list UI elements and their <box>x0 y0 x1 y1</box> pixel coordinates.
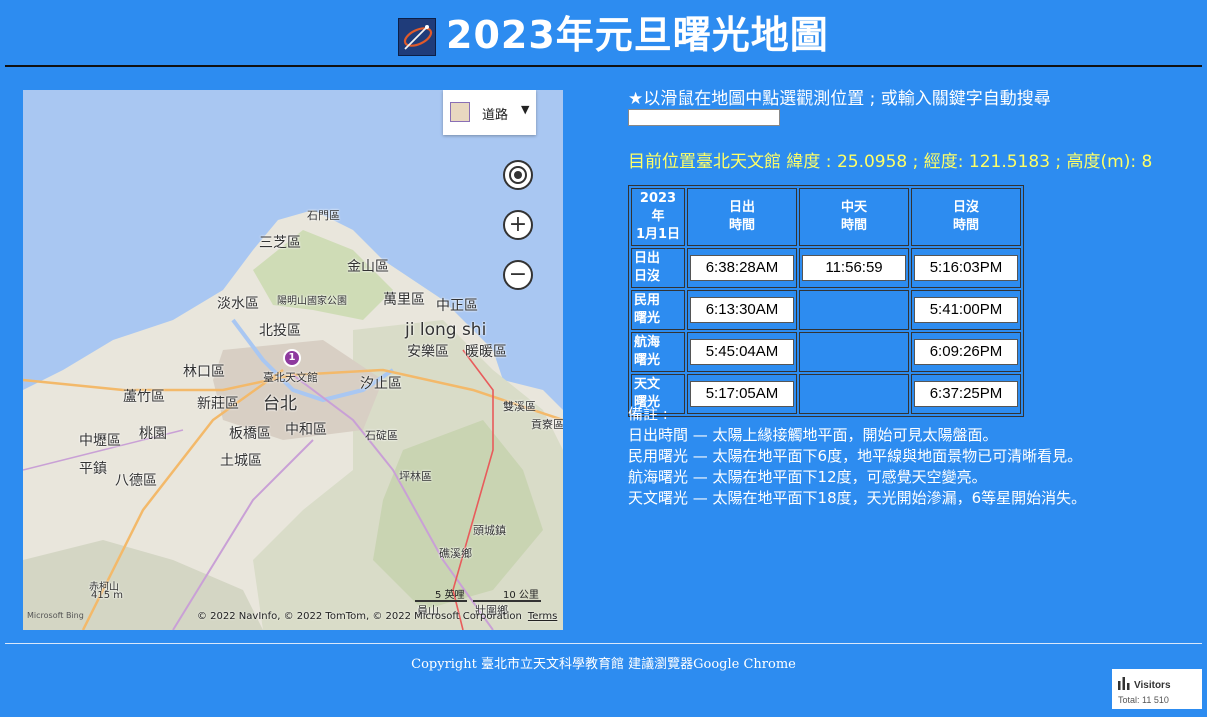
instructions: ★以滑鼠在地圖中點選觀測位置 ; 或輸入關鍵字自動搜尋 <box>628 89 1051 109</box>
map-label: 暖暖區 <box>465 344 507 360</box>
table-row: 日出 日沒 6:38:28AM 11:56:59 5:16:03PM <box>631 248 1021 288</box>
locate-me-button[interactable] <box>503 160 533 190</box>
map-label: 蘆竹區 <box>123 389 165 405</box>
zoom-out-button[interactable]: − <box>503 260 533 290</box>
map-copyright-text: © 2022 NavInfo, © 2022 TomTom, © 2022 Mi… <box>197 611 522 622</box>
row-header: 航海 曙光 <box>631 332 685 372</box>
map-label: 石門區 <box>307 209 340 222</box>
map-label: 八德區 <box>115 473 157 489</box>
bar-chart-icon <box>1118 677 1130 690</box>
zoom-in-button[interactable]: + <box>503 210 533 240</box>
map-label: 石碇區 <box>365 429 398 442</box>
map-label: 桃園 <box>139 426 167 442</box>
site-logo-icon[interactable] <box>398 18 436 56</box>
nautical-dusk-time: 6:09:26PM <box>914 339 1018 365</box>
sun-times-table: 2023年 1月1日 日出 時間 中天 時間 日沒 時間 日出 日沒 6:38:… <box>628 185 1024 417</box>
table-corner: 2023年 1月1日 <box>631 188 685 246</box>
note-item: 日出時間 — 太陽上緣接觸地平面，開始可見太陽盤面。 <box>628 426 998 444</box>
bing-logo: Microsoft Bing <box>27 611 84 620</box>
visitors-total: Total: 11 510 <box>1118 695 1169 705</box>
map-label: 中正區 <box>436 298 478 314</box>
map-label: 淡水區 <box>217 296 259 312</box>
map-label: 中壢區 <box>79 433 121 449</box>
noon-time: 11:56:59 <box>802 255 906 281</box>
civil-dawn-time: 6:13:30AM <box>690 297 794 323</box>
row-header: 日出 日沒 <box>631 248 685 288</box>
map-label: 安樂區 <box>407 344 449 360</box>
map-label: 土城區 <box>220 453 262 469</box>
map-label: 板橋區 <box>229 426 271 442</box>
nautical-dawn-time: 5:45:04AM <box>690 339 794 365</box>
footer-copyright: Copyright 臺北市立天文科學教育館 建議瀏覽器Google Chrome <box>411 657 796 672</box>
map-label: 陽明山國家公園 <box>277 296 347 307</box>
header: 2023年元旦曙光地圖 <box>0 0 1207 66</box>
location-pin[interactable]: 1 <box>283 349 301 367</box>
note-item: 航海曙光 — 太陽在地平面下12度，可感覺天空變亮。 <box>628 468 987 486</box>
map-label: 北投區 <box>259 323 301 339</box>
sunset-time: 5:16:03PM <box>914 255 1018 281</box>
map-label: 礁溪鄉 <box>439 547 472 560</box>
table-row: 航海 曙光 5:45:04AM 6:09:26PM <box>631 332 1021 372</box>
visitor-counter[interactable]: Visitors Total: 11 510 <box>1112 669 1202 709</box>
map-label: 三芝區 <box>259 235 301 251</box>
map-scale: 5 英哩 10 公里 <box>415 586 545 606</box>
note-item: 民用曙光 — 太陽在地平面下6度，地平線與地面景物已可清晰看見。 <box>628 447 1083 465</box>
map-label: 坪林區 <box>399 470 432 483</box>
map-label: 新莊區 <box>197 396 239 412</box>
map-label: 中和區 <box>285 422 327 438</box>
map-label: ji long shi <box>405 320 487 340</box>
map-label: 汐止區 <box>360 376 402 392</box>
note-item: 天文曙光 — 太陽在地平面下18度，天光開始滲漏，6等星開始消失。 <box>628 489 1087 507</box>
page-title: 2023年元旦曙光地圖 <box>446 13 829 57</box>
search-input[interactable] <box>628 109 780 126</box>
scale-mi: 5 英哩 <box>435 590 465 601</box>
table-row: 民用 曙光 6:13:30AM 5:41:00PM <box>631 290 1021 330</box>
map-label: 雙溪區 <box>503 400 536 413</box>
footer-divider <box>5 643 1202 644</box>
column-header-noon: 中天 時間 <box>799 188 909 246</box>
header-divider <box>5 65 1202 67</box>
map-copyright: © 2022 NavInfo, © 2022 TomTom, © 2022 Mi… <box>197 611 557 622</box>
map-type-selector[interactable]: 道路 ▼ <box>443 90 536 135</box>
map-label: 平鎮 <box>79 461 107 477</box>
row-header: 民用 曙光 <box>631 290 685 330</box>
column-header-sunrise: 日出 時間 <box>687 188 797 246</box>
map-label: 林口區 <box>183 364 225 380</box>
visitors-label: Visitors <box>1134 680 1171 691</box>
column-header-sunset: 日沒 時間 <box>911 188 1021 246</box>
map-label: 頭城鎮 <box>473 524 506 537</box>
map-terms-link[interactable]: Terms <box>528 611 557 622</box>
civil-dusk-time: 5:41:00PM <box>914 297 1018 323</box>
notes-title: 備註 : <box>628 405 668 423</box>
map-label: 臺北天文館 <box>263 371 318 384</box>
current-location: 目前位置臺北天文館 緯度 : 25.0958 ; 經度: 121.5183 ; … <box>628 152 1153 172</box>
map-label: 金山區 <box>347 259 389 275</box>
map[interactable]: 道路 ▼ + − 1 石門區 三芝區 金山區 淡水區 陽明山國家公園 萬里區 中… <box>23 90 563 630</box>
map-label: 萬里區 <box>383 292 425 308</box>
map-label: 貢寮區 <box>531 418 563 431</box>
map-type-label: 道路 <box>482 108 509 123</box>
chevron-down-icon: ▼ <box>521 103 530 116</box>
map-label: 415 m <box>91 590 124 601</box>
sunrise-time: 6:38:28AM <box>690 255 794 281</box>
map-type-thumbnail-icon <box>450 102 470 122</box>
scale-km: 10 公里 <box>503 590 539 601</box>
map-label: 台北 <box>263 394 297 414</box>
notes: 備註 : 日出時間 — 太陽上緣接觸地平面，開始可見太陽盤面。 民用曙光 — 太… <box>628 404 1086 509</box>
